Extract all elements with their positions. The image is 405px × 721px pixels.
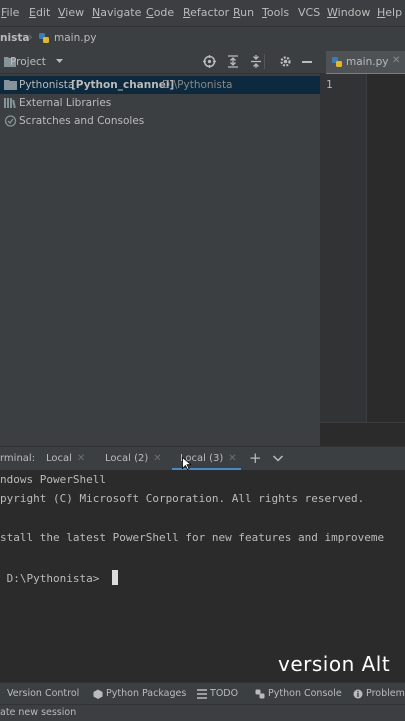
tree-item-external-libraries[interactable]: External Libraries <box>0 94 320 112</box>
tree-item-project-root[interactable]: Pythonista [Python_channel] D:\Pythonist… <box>0 76 320 94</box>
breadcrumb-project[interactable]: nista <box>0 32 29 44</box>
tree-item-label: External Libraries <box>19 97 112 109</box>
terminal-line: pyright (C) Microsoft Corporation. All r… <box>0 492 365 505</box>
tool-problems[interactable]: Problems <box>353 688 405 699</box>
video-caption: version Alt <box>278 652 391 676</box>
list-icon <box>197 688 207 699</box>
toolbar-divider <box>264 54 265 69</box>
breadcrumb: nista › main.py <box>0 26 405 52</box>
gear-icon[interactable] <box>279 55 292 71</box>
chevron-down-icon[interactable] <box>55 55 64 70</box>
menu-window[interactable]: Window <box>327 6 370 19</box>
menu-edit[interactable]: Edit <box>29 6 50 19</box>
menu-bar: File Edit View Navigate Code Refactor Ru… <box>0 0 405 26</box>
project-panel-title[interactable]: Project <box>10 56 46 68</box>
menu-view[interactable]: View <box>58 6 84 19</box>
python-icon <box>255 689 265 698</box>
terminal-line: stall the latest PowerShell for new feat… <box>0 531 385 544</box>
tool-version-control[interactable]: Version Control <box>7 688 79 699</box>
menu-code[interactable]: Code <box>146 6 174 19</box>
tool-todo[interactable]: TODO <box>197 688 238 699</box>
scratches-icon <box>4 115 17 130</box>
package-icon <box>93 689 103 699</box>
terminal-prompt[interactable]: D:\Pythonista> <box>0 570 118 585</box>
locate-target-icon[interactable] <box>203 55 216 71</box>
new-tab-plus-icon[interactable]: + <box>249 450 262 466</box>
editor-tab-label: main.py <box>346 56 389 68</box>
breadcrumb-separator-icon: › <box>28 30 33 44</box>
folder-icon <box>4 79 17 93</box>
terminal-label: rminal: <box>0 453 36 464</box>
tool-python-console[interactable]: Python Console <box>255 688 342 699</box>
terminal-tab-bar: rminal: Local ✕ Local (2) ✕ Local (3) ✕ + <box>0 446 405 471</box>
status-text: ate new session <box>0 707 77 718</box>
terminal-output[interactable]: ndows PowerShell pyright (C) Microsoft C… <box>0 470 405 682</box>
editor-gutter: 1 <box>320 74 367 446</box>
tool-window-strip: Version Control Python Packages TODO Pyt… <box>0 682 405 705</box>
menu-file[interactable]: File <box>1 6 19 19</box>
terminal-tab-local[interactable]: Local ✕ <box>46 453 85 464</box>
project-tree: Pythonista [Python_channel] D:\Pythonist… <box>0 74 320 446</box>
menu-tools[interactable]: Tools <box>262 6 289 19</box>
menu-vcs[interactable]: VCS <box>298 6 320 19</box>
close-icon[interactable]: ✕ <box>77 453 85 464</box>
text-cursor <box>111 570 118 585</box>
tree-item-label: Pythonista <box>19 79 75 91</box>
info-icon <box>353 689 363 698</box>
tree-item-module-name: [Python_channel] <box>71 79 175 91</box>
minimize-icon[interactable] <box>302 61 312 63</box>
code-editor[interactable] <box>367 74 405 422</box>
library-icon <box>4 97 17 111</box>
tool-python-packages[interactable]: Python Packages <box>93 688 186 699</box>
tree-item-label: Scratches and Consoles <box>19 115 145 127</box>
menu-navigate[interactable]: Navigate <box>92 6 141 19</box>
project-panel-header: Project <box>0 51 320 74</box>
chevron-down-icon[interactable] <box>272 452 284 467</box>
menu-help[interactable]: Help <box>377 6 402 19</box>
close-icon[interactable]: ✕ <box>392 55 400 66</box>
status-bar: ate new session <box>0 704 405 721</box>
close-icon[interactable]: ✕ <box>228 453 236 464</box>
editor-breadcrumb-strip <box>320 422 405 447</box>
menu-run[interactable]: Run <box>233 6 254 19</box>
collapse-all-icon[interactable] <box>250 55 262 71</box>
python-file-icon <box>331 56 343 71</box>
terminal-line: ndows PowerShell <box>0 473 106 486</box>
menu-refactor[interactable]: Refactor <box>183 6 229 19</box>
line-number: 1 <box>326 78 333 91</box>
breadcrumb-file[interactable]: main.py <box>54 32 96 44</box>
close-icon[interactable]: ✕ <box>153 453 161 464</box>
terminal-tab-local-2[interactable]: Local (2) ✕ <box>105 453 162 464</box>
tree-item-scratches[interactable]: Scratches and Consoles <box>0 112 320 130</box>
python-file-icon <box>38 32 50 47</box>
expand-all-icon[interactable] <box>227 55 239 71</box>
editor-tab-main-py[interactable]: main.py ✕ <box>326 51 405 75</box>
tree-item-path: D:\Pythonista <box>162 79 233 91</box>
